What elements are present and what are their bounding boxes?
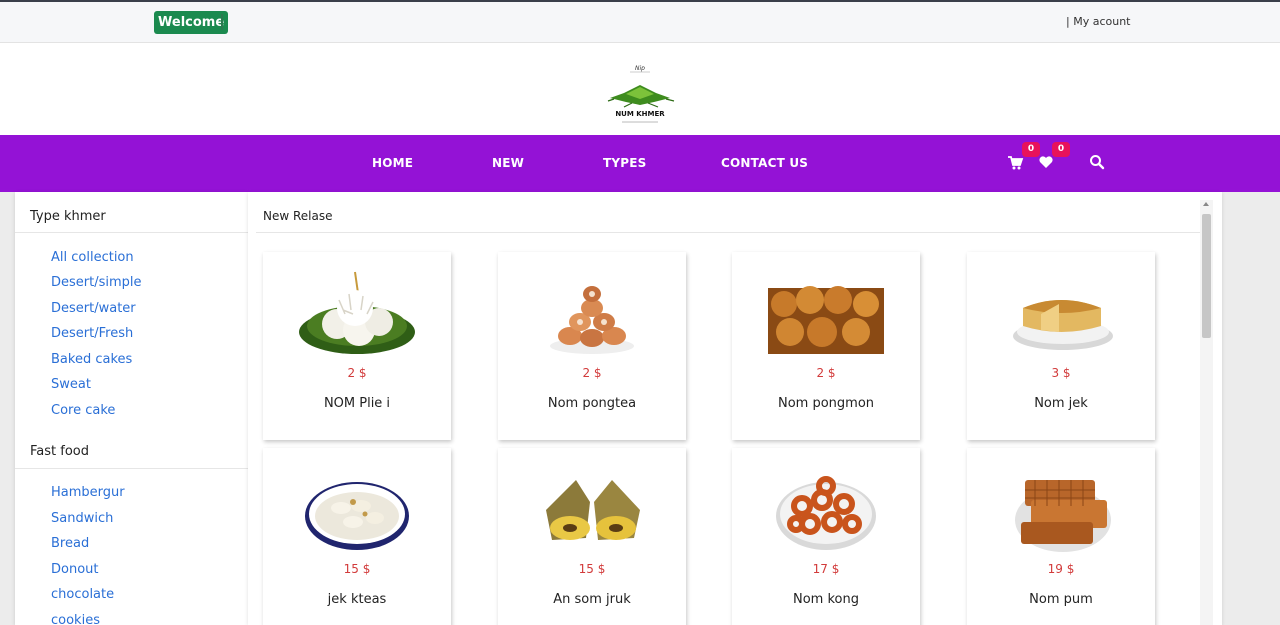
sidebar-heading-type-khmer: Type khmer [30, 209, 106, 224]
section-divider [256, 232, 1200, 233]
search-button[interactable] [1088, 153, 1108, 173]
my-account-link[interactable]: | My acount [1066, 15, 1130, 28]
cart-icon [1008, 156, 1024, 170]
sidebar-link[interactable]: Desert/water [51, 301, 136, 316]
sidebar-link[interactable]: Baked cakes [51, 352, 132, 367]
product-card[interactable]: 2 $ NOM Plie i [263, 252, 451, 440]
sidebar-link[interactable]: Hambergur [51, 485, 125, 500]
sidebar-heading-fast-food: Fast food [30, 444, 89, 459]
logo-text: NUM KHMER [615, 110, 665, 118]
nav-contact-us[interactable]: CONTACT US [721, 156, 808, 170]
wishlist-count-badge: 0 [1052, 142, 1070, 157]
sidebar-link[interactable]: Bread [51, 536, 89, 551]
stacked-cakes-image [550, 286, 634, 354]
sidebar-link[interactable]: cookies [51, 613, 100, 625]
sponge-cake-image [1013, 300, 1113, 350]
vertical-scrollbar[interactable] [1200, 200, 1213, 625]
product-name: Nom pum [1029, 592, 1093, 607]
product-card[interactable]: 3 $ Nom jek [967, 252, 1155, 440]
nav-types[interactable]: TYPES [603, 156, 647, 170]
sidebar-link[interactable]: Core cake [51, 403, 115, 418]
site-logo[interactable]: Nip NUM KHMER [602, 61, 678, 129]
product-price: 17 $ [812, 562, 840, 576]
product-price: 15 $ [578, 562, 606, 576]
product-price: 3 $ [1051, 366, 1071, 380]
welcome-divider [221, 14, 223, 30]
ring-donuts-image [776, 476, 876, 550]
nav-home[interactable]: HOME [372, 156, 413, 170]
sidebar-link[interactable]: Sandwich [51, 511, 113, 526]
logo-band: Nip NUM KHMER [0, 43, 1280, 135]
sidebar-link[interactable]: Desert/simple [51, 275, 142, 290]
sidebar-link[interactable]: chocolate [51, 587, 114, 602]
sidebar-link[interactable]: Donout [51, 562, 99, 577]
section-title: New Relase [263, 209, 333, 223]
product-name: Nom pongmon [777, 396, 875, 411]
sidebar-divider [15, 468, 248, 469]
product-name: NOM Plie i [323, 396, 391, 411]
product-price: 15 $ [343, 562, 371, 576]
main-nav: HOME NEW TYPES CONTACT US 0 0 [0, 135, 1280, 192]
banana-coconut-bowl-image [305, 482, 409, 550]
product-card[interactable]: 19 $ Nom pum [967, 448, 1155, 625]
new-release-panel: New Relase 2 $ NOM Plie i 2 $ Nom pongte… [248, 192, 1222, 625]
sidebar-link[interactable]: All collection [51, 250, 134, 265]
sidebar-link[interactable]: Sweat [51, 377, 91, 392]
muffins-image [768, 286, 884, 354]
leaf-wrapped-rice-cake-image [546, 480, 640, 540]
product-card[interactable]: 15 $ An som jruk [498, 448, 686, 625]
product-name: Nom pongtea [547, 396, 637, 411]
product-name: An som jruk [553, 592, 631, 607]
product-price: 2 $ [347, 366, 367, 380]
product-card[interactable]: 2 $ Nom pongtea [498, 252, 686, 440]
svg-text:Nip: Nip [635, 65, 645, 72]
waffle-cake-image [1015, 480, 1111, 552]
nav-new[interactable]: NEW [492, 156, 524, 170]
scroll-thumb[interactable] [1202, 214, 1211, 338]
product-card[interactable]: 17 $ Nom kong [732, 448, 920, 625]
sidebar-link[interactable]: Desert/Fresh [51, 326, 133, 341]
coconut-dessert-image [299, 271, 415, 354]
category-sidebar: Type khmer All collection Desert/simple … [15, 192, 248, 625]
product-card[interactable]: 15 $ jek kteas [263, 448, 451, 625]
product-card[interactable]: 2 $ Nom pongmon [732, 252, 920, 440]
product-name: Nom kong [793, 592, 859, 607]
scroll-up-arrow-icon[interactable] [1203, 202, 1209, 206]
product-price: 2 $ [816, 366, 836, 380]
sidebar-divider [15, 232, 248, 233]
leaf-logo-icon: Nip [607, 65, 675, 123]
welcome-badge: Welcome [154, 11, 229, 34]
search-icon [1090, 155, 1105, 170]
product-name: jek kteas [327, 592, 387, 607]
product-price: 19 $ [1047, 562, 1075, 576]
top-bar: Welcome | My acount [0, 0, 1280, 43]
product-name: Nom jek [1034, 396, 1088, 411]
product-price: 2 $ [582, 366, 602, 380]
